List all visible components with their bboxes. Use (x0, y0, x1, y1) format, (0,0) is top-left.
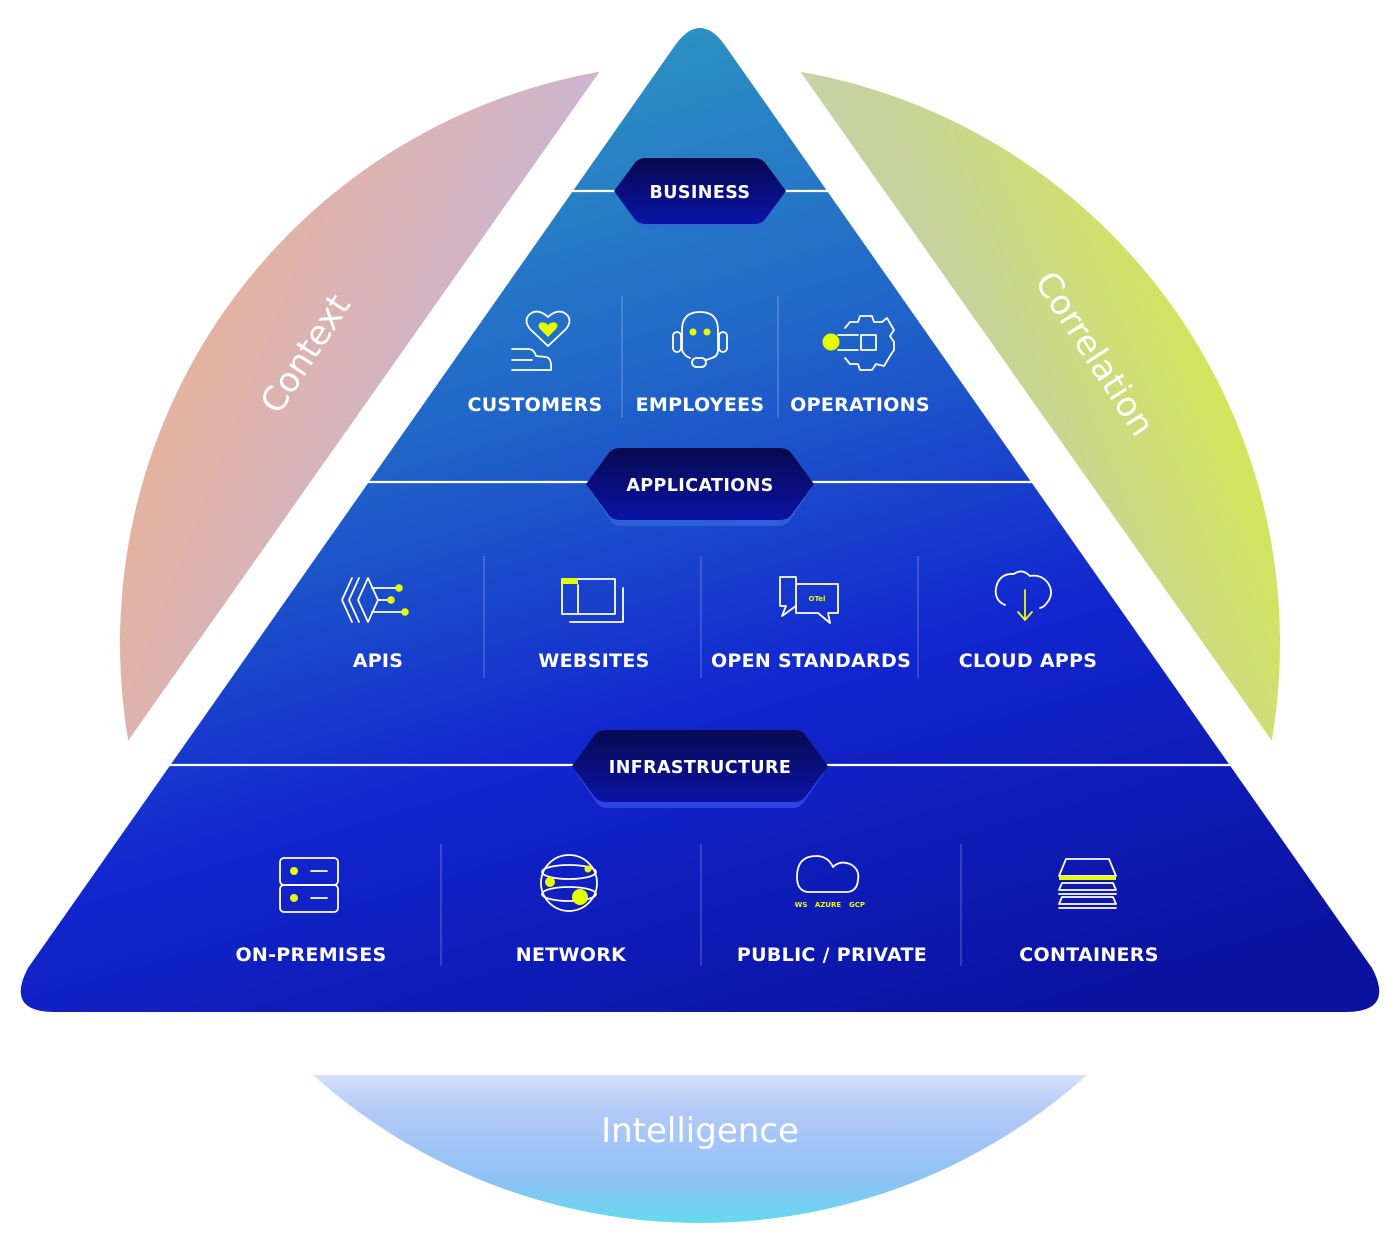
item-label: WEBSITES (538, 650, 649, 672)
provider-gcp: GCP (849, 901, 865, 909)
badge-applications-label: APPLICATIONS (626, 476, 773, 496)
observability-pyramid-diagram: Context Correlation Intelligence BUSINES… (0, 0, 1400, 1223)
item-label: PUBLIC / PRIVATE (737, 944, 927, 966)
otel-text: OTel (809, 595, 826, 603)
item-label: APIS (353, 650, 404, 672)
intelligence-label: Intelligence (601, 1111, 799, 1151)
provider-azure: AZURE (815, 901, 842, 909)
item-label: NETWORK (516, 944, 627, 966)
badge-infrastructure-label: INFRASTRUCTURE (609, 758, 791, 778)
badge-applications: APPLICATIONS (586, 448, 814, 526)
item-label: EMPLOYEES (636, 394, 765, 416)
item-label: CUSTOMERS (467, 394, 602, 416)
badge-infrastructure: INFRASTRUCTURE (572, 730, 828, 808)
badge-business-label: BUSINESS (650, 183, 751, 203)
item-label: ON-PREMISES (235, 944, 386, 966)
item-label: OPERATIONS (790, 394, 930, 416)
provider-aws: WS (795, 901, 808, 909)
badge-business: BUSINESS (614, 158, 786, 229)
item-label: CLOUD APPS (959, 650, 1098, 672)
item-label: CONTAINERS (1019, 944, 1158, 966)
item-label: OPEN STANDARDS (711, 650, 911, 672)
